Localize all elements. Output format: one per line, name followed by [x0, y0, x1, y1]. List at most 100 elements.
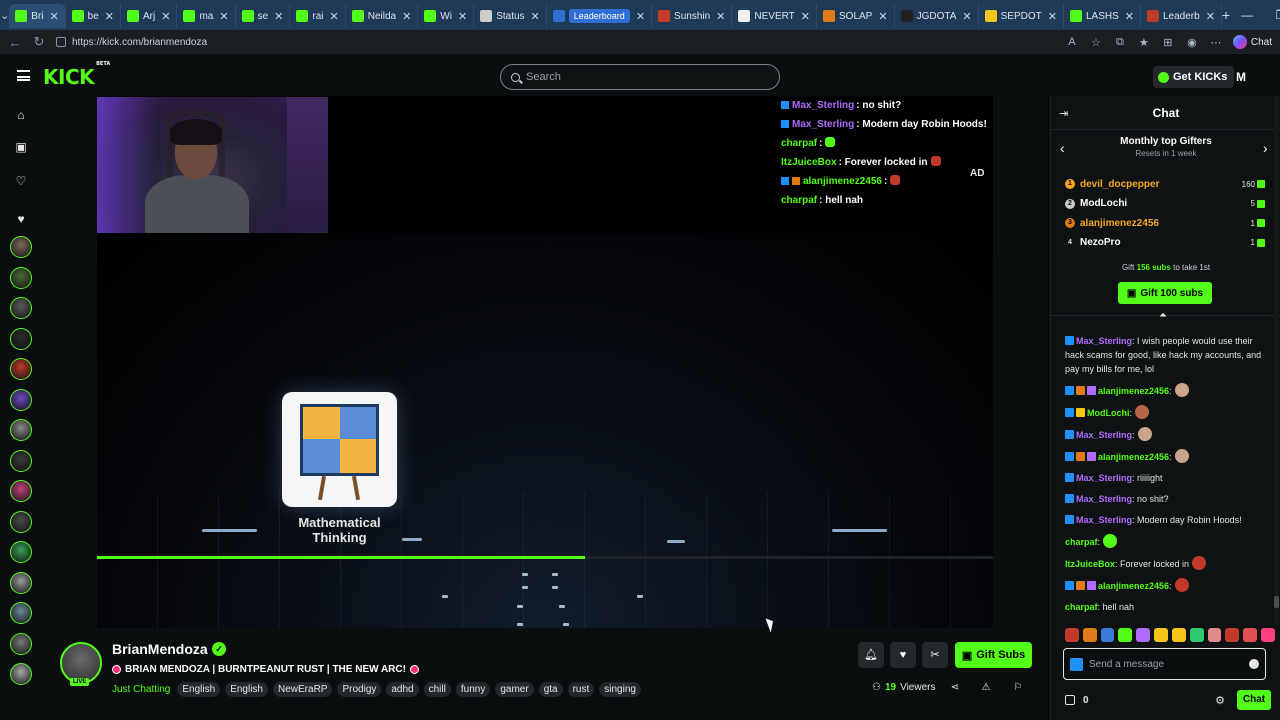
chat-username[interactable]: Max_Sterling — [1076, 515, 1132, 525]
browser-tab[interactable]: ma ✕ — [177, 4, 236, 28]
url-field[interactable]: https://kick.com/brianmendoza — [56, 37, 1055, 48]
browser-tab[interactable]: LASHS ✕ — [1064, 4, 1141, 28]
site-info-icon[interactable] — [56, 37, 66, 47]
browser-tab[interactable]: Leaderb ✕ — [1141, 4, 1222, 28]
emote-icon[interactable] — [1136, 628, 1151, 642]
tab-close-icon[interactable]: ✕ — [1048, 10, 1057, 23]
minimize-icon[interactable]: — — [1230, 8, 1264, 22]
browser-tab[interactable]: Wi ✕ — [418, 4, 475, 28]
followed-channel-avatar[interactable] — [10, 541, 32, 563]
emote-icon[interactable] — [1243, 628, 1258, 642]
browser-tab[interactable]: be ✕ — [66, 4, 122, 28]
emote-icon[interactable] — [1189, 628, 1204, 642]
gifter-row[interactable]: 2 ModLochi 5 — [1065, 195, 1265, 213]
emote-icon[interactable] — [1100, 628, 1115, 642]
followed-channel-avatar[interactable] — [10, 358, 32, 380]
stream-tag[interactable]: singing — [599, 682, 641, 697]
emote-icon[interactable] — [1154, 628, 1168, 642]
chat-username[interactable]: alanjimenez2456 — [1098, 386, 1169, 396]
followed-channel-avatar[interactable] — [10, 236, 32, 258]
tab-close-icon[interactable]: ✕ — [49, 10, 58, 23]
search-input[interactable] — [526, 71, 746, 83]
follow-heart-button[interactable]: ♥ — [890, 642, 916, 668]
followed-channel-avatar[interactable] — [10, 297, 32, 319]
tab-close-icon[interactable]: ✕ — [274, 10, 283, 23]
restore-icon[interactable]: ❐ — [1264, 8, 1280, 22]
emote-icon[interactable] — [1207, 628, 1222, 642]
tab-close-icon[interactable]: ✕ — [402, 10, 411, 23]
browser-tab[interactable]: Bri ✕ — [9, 4, 66, 28]
followed-channel-avatar[interactable] — [10, 510, 32, 533]
following-heart-icon[interactable]: ♡ — [14, 174, 28, 188]
get-kicks-button[interactable]: Get KICKs — [1153, 66, 1235, 88]
chat-username[interactable]: alanjimenez2456 — [1098, 452, 1169, 462]
tab-close-icon[interactable]: ✕ — [716, 10, 725, 23]
favorite-star-icon[interactable]: ☆ — [1089, 36, 1103, 49]
tab-close-icon[interactable]: ✕ — [458, 10, 467, 23]
streamer-name[interactable]: BrianMendoza — [112, 641, 208, 657]
stream-tag[interactable]: Prodigy — [337, 682, 382, 697]
gifter-row[interactable]: 1 devil_docpepper 160 — [1065, 175, 1265, 193]
followed-channel-avatar[interactable] — [10, 388, 32, 411]
chat-username[interactable]: alanjimenez2456 — [1098, 581, 1169, 591]
tab-actions-chevron-icon[interactable]: ⌄ — [0, 0, 9, 30]
chat-username[interactable]: charpaf — [1065, 602, 1098, 612]
stream-tag[interactable]: gta — [538, 682, 563, 697]
browser-tab[interactable]: Status ✕ — [474, 4, 547, 28]
chat-username[interactable]: ModLochi — [1087, 408, 1130, 418]
browser-tab[interactable]: SOLAP ✕ — [817, 4, 895, 28]
browse-icon[interactable]: ▣ — [14, 140, 28, 154]
chat-username[interactable]: Max_Sterling — [1076, 336, 1132, 346]
video-player[interactable]: Mathematical Thinking Max_Sterling: no s… — [97, 96, 993, 628]
followed-channel-avatar[interactable] — [10, 327, 32, 350]
emote-icon[interactable] — [1171, 628, 1186, 642]
gifter-row[interactable]: 4 NezoPro 1 — [1065, 234, 1265, 252]
tab-close-icon[interactable]: ✕ — [161, 10, 170, 23]
browser-tab[interactable]: Leaderboard ✕ — [547, 4, 653, 28]
send-chat-button[interactable]: Chat — [1237, 690, 1271, 710]
followed-channel-avatar[interactable] — [10, 663, 32, 685]
share-icon[interactable]: ⋖ — [948, 682, 962, 696]
browser-tab[interactable]: rai ✕ — [290, 4, 346, 28]
category-link[interactable]: Just Chatting — [112, 684, 170, 695]
tab-close-icon[interactable]: ✕ — [531, 10, 540, 23]
collections-icon[interactable]: ⊞ — [1161, 36, 1175, 49]
tab-close-icon[interactable]: ✕ — [1125, 10, 1134, 23]
chat-username[interactable]: Max_Sterling — [1076, 494, 1132, 504]
tab-close-icon[interactable]: ✕ — [219, 10, 228, 23]
tab-close-icon[interactable]: ✕ — [105, 10, 114, 23]
browser-tab[interactable]: SEPDOT ✕ — [979, 4, 1064, 28]
emote-icon[interactable] — [1261, 628, 1275, 642]
stream-tag[interactable]: rust — [567, 682, 595, 697]
read-aloud-icon[interactable]: A — [1065, 36, 1079, 48]
menu-hamburger-icon[interactable] — [17, 70, 30, 81]
page-scrollbar[interactable] — [1274, 96, 1279, 626]
followed-channel-avatar[interactable] — [10, 266, 32, 289]
copilot-chat-button[interactable]: Chat — [1232, 35, 1272, 49]
extensions-icon[interactable]: ⧉ — [1113, 36, 1127, 49]
more-options-icon[interactable]: ⚐ — [1011, 682, 1025, 696]
home-icon[interactable]: ⌂ — [14, 108, 28, 122]
tab-close-icon[interactable]: ✕ — [330, 10, 339, 23]
stream-tag[interactable]: English — [177, 682, 221, 697]
emote-icon[interactable] — [1082, 628, 1097, 642]
browser-tab[interactable]: Arj ✕ — [121, 4, 178, 28]
reload-icon[interactable]: ↻ — [32, 34, 46, 50]
emoji-picker-icon[interactable] — [1249, 659, 1259, 669]
notifications-bell-button[interactable]: 🔔︎ — [858, 642, 884, 668]
browser-tab[interactable]: NEVERT ✕ — [732, 4, 817, 28]
emote-icon[interactable] — [1065, 628, 1079, 642]
gift-subs-button[interactable]: ▣ Gift Subs — [955, 642, 1032, 668]
extension-globe-icon[interactable]: ◉ — [1185, 36, 1199, 49]
favorites-icon[interactable]: ★ — [1137, 36, 1151, 49]
browser-tab[interactable]: Neilda ✕ — [346, 4, 419, 28]
followed-channel-avatar[interactable] — [10, 632, 32, 655]
collapse-gifters-icon[interactable]: ⏶ — [1159, 310, 1167, 321]
search-box[interactable] — [500, 64, 780, 90]
tab-close-icon[interactable]: ✕ — [801, 10, 810, 23]
kick-logo[interactable]: KICKBETA — [43, 61, 110, 89]
followed-channel-avatar[interactable] — [10, 480, 32, 502]
chat-settings-gear-icon[interactable]: ⚙ — [1215, 694, 1225, 707]
new-tab-button[interactable]: + — [1222, 7, 1230, 23]
browser-tab[interactable]: Sunshin ✕ — [652, 4, 733, 28]
